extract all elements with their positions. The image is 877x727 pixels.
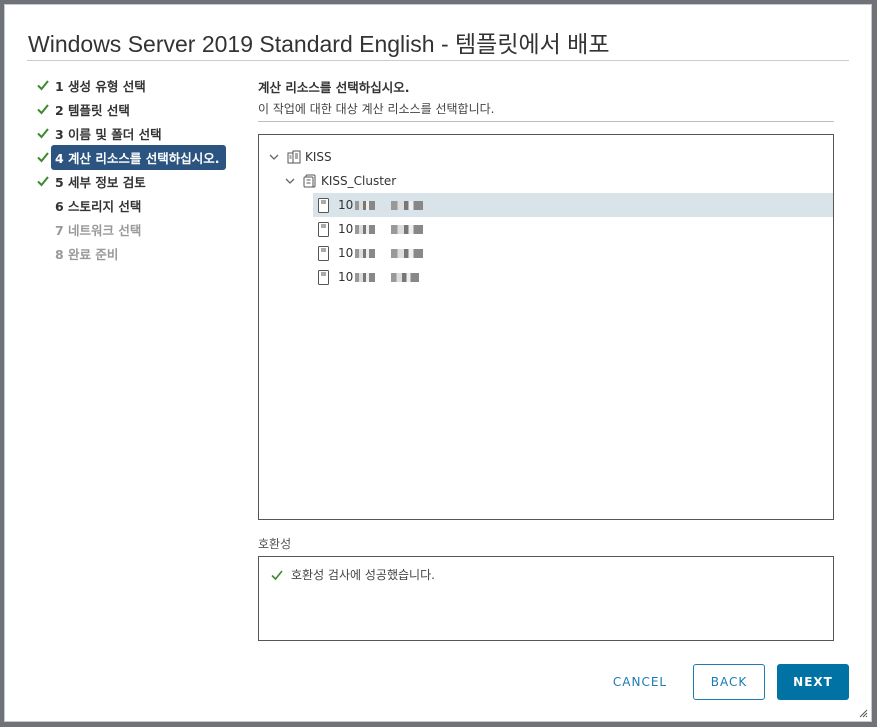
next-button[interactable]: NEXT bbox=[777, 664, 849, 700]
redacted-text bbox=[355, 248, 376, 258]
redacted-text bbox=[355, 272, 376, 282]
compatibility-message: 호환성 검사에 성공했습니다. bbox=[271, 566, 435, 583]
step-1[interactable]: 1 생성 유형 선택 bbox=[35, 73, 245, 97]
step-label: 8 완료 준비 bbox=[55, 246, 119, 262]
host-label: 10 bbox=[338, 246, 354, 260]
host-icon bbox=[318, 197, 332, 213]
step-4[interactable]: 4 계산 리소스를 선택하십시오. bbox=[35, 144, 245, 170]
header-divider bbox=[258, 121, 834, 122]
step-label: 7 네트워크 선택 bbox=[55, 222, 142, 238]
redacted-text bbox=[355, 224, 376, 234]
redacted-text bbox=[391, 224, 424, 234]
check-icon bbox=[35, 103, 51, 115]
back-button[interactable]: BACK bbox=[693, 664, 765, 700]
step-8: 8 완료 준비 bbox=[35, 241, 245, 265]
step-3[interactable]: 3 이름 및 폴더 선택 bbox=[35, 121, 245, 145]
dialog-title: Windows Server 2019 Standard English - 템… bbox=[28, 31, 610, 57]
compatibility-text: 호환성 검사에 성공했습니다. bbox=[291, 568, 435, 582]
check-icon bbox=[35, 127, 51, 139]
redacted-text bbox=[391, 200, 424, 210]
check-icon bbox=[35, 151, 51, 163]
step-label: 6 스토리지 선택 bbox=[55, 198, 142, 214]
tree-node-host[interactable]: 10 bbox=[313, 265, 833, 289]
step-7: 7 네트워크 선택 bbox=[35, 217, 245, 241]
check-icon bbox=[35, 79, 51, 91]
title-divider bbox=[27, 60, 849, 61]
datacenter-label: KISS bbox=[305, 150, 332, 164]
redacted-text bbox=[391, 248, 424, 258]
host-label: 10 bbox=[338, 222, 354, 236]
cluster-icon bbox=[303, 173, 317, 189]
cluster-label: KISS_Cluster bbox=[321, 174, 397, 188]
check-icon bbox=[35, 175, 51, 187]
page-subheading: 이 작업에 대한 대상 계산 리소스를 선택합니다. bbox=[258, 102, 495, 116]
redacted-text bbox=[355, 200, 376, 210]
resize-handle-icon[interactable] bbox=[859, 709, 868, 718]
step-label: 5 세부 정보 검토 bbox=[55, 174, 146, 190]
deploy-from-template-dialog: Windows Server 2019 Standard English - 템… bbox=[4, 4, 872, 722]
step-label: 2 템플릿 선택 bbox=[55, 102, 130, 118]
check-icon bbox=[271, 569, 283, 580]
step-6[interactable]: 6 스토리지 선택 bbox=[35, 193, 245, 217]
tree-node-cluster[interactable]: KISS_Cluster bbox=[283, 169, 396, 193]
cancel-button[interactable]: CANCEL bbox=[601, 664, 679, 700]
host-label: 10 bbox=[338, 270, 354, 284]
tree-node-host[interactable]: 10 bbox=[313, 193, 833, 217]
compatibility-label: 호환성 bbox=[258, 537, 292, 551]
wizard-steps: 1 생성 유형 선택 2 템플릿 선택 3 이름 및 폴더 선택 4 계산 리소… bbox=[35, 73, 245, 265]
redacted-text bbox=[391, 272, 420, 282]
page-heading: 계산 리소스를 선택하십시오. bbox=[258, 80, 410, 95]
tree-node-datacenter[interactable]: KISS bbox=[267, 145, 332, 169]
host-icon bbox=[318, 245, 332, 261]
datacenter-icon bbox=[287, 149, 301, 165]
compute-resource-tree: KISS KISS_Cluster 10 10 10 10 bbox=[258, 134, 834, 520]
page-header: 계산 리소스를 선택하십시오. 이 작업에 대한 대상 계산 리소스를 선택합니… bbox=[258, 77, 834, 117]
compatibility-panel: 호환성 검사에 성공했습니다. bbox=[258, 556, 834, 641]
tree-node-host[interactable]: 10 bbox=[313, 241, 833, 265]
step-label: 3 이름 및 폴더 선택 bbox=[55, 126, 162, 142]
host-icon bbox=[318, 221, 332, 237]
host-label: 10 bbox=[338, 198, 354, 212]
step-label: 4 계산 리소스를 선택하십시오. bbox=[51, 144, 226, 170]
step-label: 1 생성 유형 선택 bbox=[55, 78, 146, 94]
step-2[interactable]: 2 템플릿 선택 bbox=[35, 97, 245, 121]
step-5[interactable]: 5 세부 정보 검토 bbox=[35, 169, 245, 193]
host-icon bbox=[318, 269, 332, 285]
chevron-down-icon[interactable] bbox=[283, 178, 297, 184]
tree-node-host[interactable]: 10 bbox=[313, 217, 833, 241]
chevron-down-icon[interactable] bbox=[267, 154, 281, 160]
